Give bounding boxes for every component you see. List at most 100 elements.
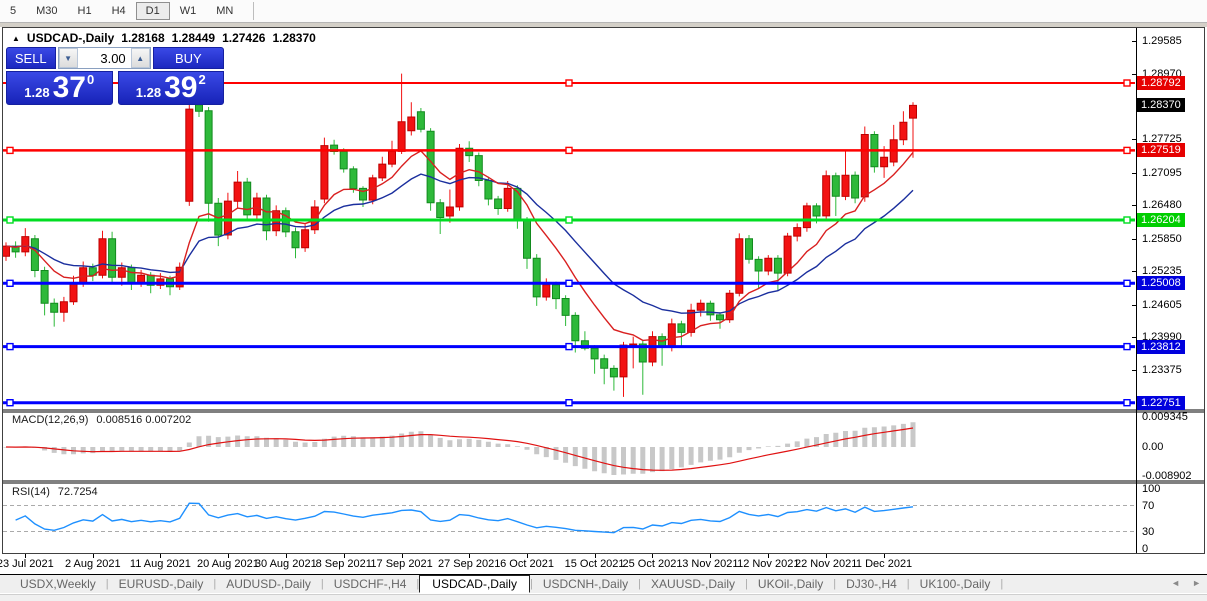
tab-usdcnh-daily[interactable]: USDCNH-,Daily [533, 576, 638, 592]
line-handle[interactable] [6, 146, 14, 155]
date-tick-mark [826, 554, 828, 558]
price-badge: 1.27519 [1137, 143, 1185, 158]
date-label: 8 Sep 2021 [315, 558, 372, 570]
buy-price-base: 1.28 [135, 85, 162, 100]
timeframe-button-m30[interactable]: M30 [26, 2, 67, 20]
price-badge: 1.28792 [1137, 76, 1185, 91]
volume-input[interactable] [77, 48, 131, 68]
line-handle[interactable] [6, 279, 14, 287]
tab-dj30-h4[interactable]: DJ30-,H4 [836, 576, 907, 592]
tab-audusd-daily[interactable]: AUDUSD-,Daily [216, 576, 321, 592]
price-chart-canvas[interactable] [2, 27, 1205, 554]
line-handle[interactable] [565, 216, 573, 224]
macd-axis-label: 0.009345 [1142, 411, 1188, 423]
volume-increase-icon[interactable]: ▲ [130, 48, 150, 68]
date-tick-mark [469, 554, 471, 558]
rsi-axis-label: 100 [1142, 483, 1161, 495]
timeframe-button-h4[interactable]: H4 [102, 2, 136, 20]
volume-stepper: ▼ ▲ [57, 47, 151, 69]
date-label: 2 Aug 2021 [64, 558, 121, 570]
rsi-indicator-label: RSI(14) 72.7254 [12, 486, 98, 498]
price-tick-label: 1.23375 [1142, 363, 1182, 376]
price-tick-mark [1132, 271, 1136, 273]
date-label: 11 Aug 2021 [129, 558, 191, 570]
timeframe-button-h1[interactable]: H1 [68, 2, 102, 20]
price-tick-label: 1.25850 [1142, 232, 1182, 245]
line-handle[interactable] [1123, 399, 1131, 407]
date-label: 20 Aug 2021 [197, 558, 259, 570]
date-tick-mark [401, 554, 403, 558]
date-tick-mark [227, 554, 229, 558]
line-handle[interactable] [1123, 342, 1131, 351]
toolbar-separator [253, 2, 255, 20]
collapse-arrow-icon[interactable]: ▲ [12, 34, 20, 43]
tab-uk100-daily[interactable]: UK100-,Daily [910, 576, 1001, 592]
date-tick-mark [25, 554, 27, 558]
timeframe-button-mn[interactable]: MN [206, 2, 243, 20]
price-tick-mark [1132, 238, 1136, 240]
sell-button[interactable]: SELL [6, 47, 56, 69]
line-handle[interactable] [1123, 216, 1131, 224]
sell-price-pip: 0 [86, 72, 95, 87]
line-handle[interactable] [6, 216, 14, 224]
date-label: 23 Jul 2021 [0, 558, 54, 570]
tab-usdcad-daily[interactable]: USDCAD-,Daily [419, 575, 530, 593]
line-handle[interactable] [565, 399, 573, 407]
tab-scroll-left-icon[interactable]: ◄ [1171, 578, 1180, 588]
macd-histogram [3, 422, 916, 475]
rsi-name: RSI(14) [12, 486, 50, 498]
tab-scroll-right-icon[interactable]: ► [1192, 578, 1201, 588]
date-tick-mark [768, 554, 770, 558]
sell-price-big: 37 [52, 71, 86, 104]
line-handle[interactable] [565, 342, 573, 351]
tab-separator: | [1000, 578, 1004, 590]
macd-indicator-label: MACD(12,26,9) 0.008516 0.007202 [12, 414, 191, 426]
volume-decrease-icon[interactable]: ▼ [58, 48, 78, 68]
sell-price-base: 1.28 [24, 85, 50, 100]
price-tick-mark [1132, 369, 1136, 371]
line-handle[interactable] [565, 146, 573, 155]
date-tick-mark [285, 554, 287, 558]
price-tick-label: 1.24605 [1142, 298, 1182, 311]
tab-xauusd-daily[interactable]: XAUUSD-,Daily [641, 576, 745, 592]
line-handle[interactable] [6, 399, 14, 407]
date-tick-mark [652, 554, 654, 558]
price-tick-mark [1132, 337, 1136, 339]
status-strip [0, 594, 1207, 601]
price-badge: 1.28370 [1137, 98, 1185, 113]
tab-ukoil-daily[interactable]: UKOil-,Daily [748, 576, 833, 592]
price-tick-mark [1132, 205, 1136, 207]
price-tick-label: 1.27095 [1142, 166, 1182, 179]
timeframe-button-d1[interactable]: D1 [135, 2, 170, 20]
date-label: 15 Oct 2021 [564, 558, 625, 570]
buy-quote[interactable]: 1.28 39 2 [117, 71, 224, 105]
date-label: 27 Sep 2021 [437, 558, 501, 570]
price-tick-mark [1132, 41, 1136, 43]
line-handle[interactable] [6, 342, 14, 351]
line-handle[interactable] [565, 279, 573, 287]
tab-usdchf-h4[interactable]: USDCHF-,H4 [324, 576, 417, 592]
date-label: 30 Aug 2021 [254, 558, 317, 570]
sell-quote[interactable]: 1.28 37 0 [6, 71, 113, 105]
date-label: 3 Nov 2021 [682, 558, 739, 570]
price-badge: 1.23812 [1137, 339, 1185, 354]
price-badge: 1.22751 [1137, 395, 1185, 410]
chart-title: ▲ USDCAD-,Daily 1.28168 1.28449 1.27426 … [12, 31, 316, 45]
date-tick-mark [594, 554, 596, 558]
line-handle[interactable] [1123, 279, 1131, 287]
timeframe-button-w1[interactable]: W1 [170, 2, 207, 20]
bear-candle-bodies [11, 104, 879, 378]
tab-eurusd-daily[interactable]: EURUSD-,Daily [109, 576, 214, 592]
price-tick-mark [1132, 139, 1136, 141]
line-handle[interactable] [1123, 79, 1131, 87]
date-label: 22 Nov 2021 [794, 558, 858, 570]
date-tick-mark [710, 554, 712, 558]
date-label: 6 Oct 2021 [500, 558, 554, 570]
tab-usdx-weekly[interactable]: USDX,Weekly [10, 576, 106, 592]
timeframe-button-5[interactable]: 5 [0, 2, 26, 20]
buy-button[interactable]: BUY [152, 47, 224, 69]
line-handle[interactable] [565, 79, 573, 87]
price-tick-mark [1132, 73, 1136, 75]
line-handle[interactable] [1123, 146, 1131, 155]
date-label: 1 Dec 2021 [855, 558, 913, 570]
